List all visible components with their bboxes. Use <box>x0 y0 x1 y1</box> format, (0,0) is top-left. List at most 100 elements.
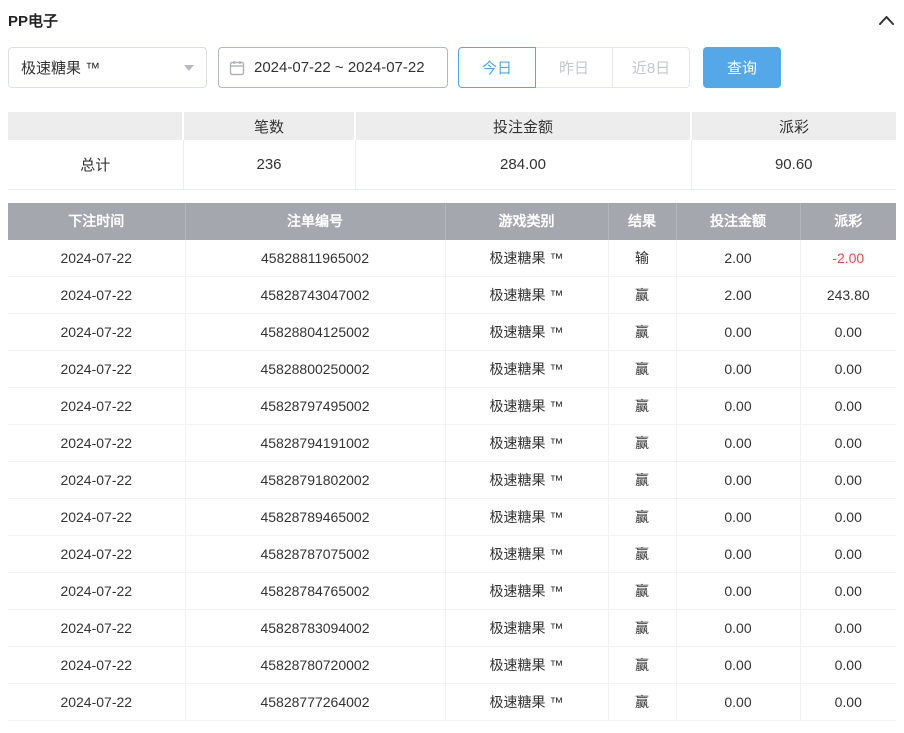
bet-time-cell: 2024-07-22 <box>8 647 185 684</box>
bet-amount-cell: 0.00 <box>676 425 800 462</box>
result-cell: 赢 <box>608 684 676 721</box>
result-cell: 赢 <box>608 647 676 684</box>
bet-time-cell: 2024-07-22 <box>8 388 185 425</box>
bet-amount-cell: 0.00 <box>676 351 800 388</box>
payout-cell: 0.00 <box>800 647 896 684</box>
game-type-cell: 极速糖果 ™ <box>445 499 608 536</box>
last-8-days-button[interactable]: 近8日 <box>612 47 690 88</box>
bet-amount-cell: 0.00 <box>676 499 800 536</box>
table-row: 2024-07-2245828800250002极速糖果 ™赢0.000.00 <box>8 351 896 388</box>
date-range-value: 2024-07-22 ~ 2024-07-22 <box>254 59 425 76</box>
summary-table: 笔数 投注金额 派彩 总计 236 284.00 90.60 <box>8 112 896 190</box>
bet-time-cell: 2024-07-22 <box>8 573 185 610</box>
game-type-cell: 极速糖果 ™ <box>445 240 608 277</box>
table-row: 2024-07-2245828784765002极速糖果 ™赢0.000.00 <box>8 573 896 610</box>
yesterday-button[interactable]: 昨日 <box>535 47 613 88</box>
table-row: 2024-07-2245828797495002极速糖果 ™赢0.000.00 <box>8 388 896 425</box>
bet-id-cell: 45828804125002 <box>185 314 445 351</box>
payout-cell: 0.00 <box>800 684 896 721</box>
bet-time-cell: 2024-07-22 <box>8 240 185 277</box>
table-row: 2024-07-2245828794191002极速糖果 ™赢0.000.00 <box>8 425 896 462</box>
payout-cell: 0.00 <box>800 351 896 388</box>
game-type-cell: 极速糖果 ™ <box>445 536 608 573</box>
bet-amount-cell: 0.00 <box>676 684 800 721</box>
bet-amount-cell: 0.00 <box>676 462 800 499</box>
bet-amount-cell: 0.00 <box>676 536 800 573</box>
game-type-cell: 极速糖果 ™ <box>445 684 608 721</box>
summary-header-count: 笔数 <box>183 112 355 140</box>
bet-id-cell: 45828794191002 <box>185 425 445 462</box>
payout-cell: 0.00 <box>800 388 896 425</box>
game-type-cell: 极速糖果 ™ <box>445 462 608 499</box>
summary-bet-amount-value: 284.00 <box>355 140 691 189</box>
column-header-bet-time: 下注时间 <box>8 203 185 240</box>
table-row: 2024-07-2245828789465002极速糖果 ™赢0.000.00 <box>8 499 896 536</box>
bet-records-table: 下注时间 注单编号 游戏类别 结果 投注金额 派彩 2024-07-224582… <box>8 203 896 722</box>
bet-amount-cell: 2.00 <box>676 240 800 277</box>
filter-toolbar: 极速糖果 ™ 2024-07-22 ~ 2024-07-22 今日 昨日 近8日… <box>8 47 896 88</box>
payout-cell: 0.00 <box>800 610 896 647</box>
game-type-cell: 极速糖果 ™ <box>445 277 608 314</box>
result-cell: 赢 <box>608 425 676 462</box>
table-row: 2024-07-2245828777264002极速糖果 ™赢0.000.00 <box>8 684 896 721</box>
bet-amount-cell: 0.00 <box>676 388 800 425</box>
bet-amount-cell: 0.00 <box>676 573 800 610</box>
collapse-panel-button[interactable] <box>876 10 896 30</box>
game-type-cell: 极速糖果 ™ <box>445 314 608 351</box>
result-cell: 赢 <box>608 388 676 425</box>
calendar-icon <box>229 60 245 76</box>
payout-cell: -2.00 <box>800 240 896 277</box>
page-title: PP电子 <box>8 10 58 31</box>
bet-id-cell: 45828791802002 <box>185 462 445 499</box>
date-quick-button-group: 今日 昨日 近8日 <box>458 47 690 88</box>
payout-cell: 0.00 <box>800 499 896 536</box>
bet-amount-cell: 0.00 <box>676 314 800 351</box>
game-type-cell: 极速糖果 ™ <box>445 647 608 684</box>
payout-cell: 0.00 <box>800 536 896 573</box>
bet-time-cell: 2024-07-22 <box>8 499 185 536</box>
bet-id-cell: 45828811965002 <box>185 240 445 277</box>
result-cell: 赢 <box>608 610 676 647</box>
table-row: 2024-07-2245828787075002极速糖果 ™赢0.000.00 <box>8 536 896 573</box>
result-cell: 赢 <box>608 351 676 388</box>
table-row: 2024-07-2245828783094002极速糖果 ™赢0.000.00 <box>8 610 896 647</box>
result-cell: 赢 <box>608 277 676 314</box>
bet-id-cell: 45828787075002 <box>185 536 445 573</box>
bet-time-cell: 2024-07-22 <box>8 351 185 388</box>
game-type-cell: 极速糖果 ™ <box>445 388 608 425</box>
summary-header-empty <box>8 112 183 140</box>
bet-id-cell: 45828780720002 <box>185 647 445 684</box>
bet-id-cell: 45828797495002 <box>185 388 445 425</box>
payout-cell: 243.80 <box>800 277 896 314</box>
bet-amount-cell: 2.00 <box>676 277 800 314</box>
today-button[interactable]: 今日 <box>458 47 536 88</box>
bet-amount-cell: 0.00 <box>676 610 800 647</box>
bet-time-cell: 2024-07-22 <box>8 684 185 721</box>
payout-cell: 0.00 <box>800 573 896 610</box>
bet-time-cell: 2024-07-22 <box>8 425 185 462</box>
bet-id-cell: 45828777264002 <box>185 684 445 721</box>
date-range-input[interactable]: 2024-07-22 ~ 2024-07-22 <box>218 47 448 88</box>
bet-time-cell: 2024-07-22 <box>8 277 185 314</box>
game-type-cell: 极速糖果 ™ <box>445 573 608 610</box>
bet-id-cell: 45828789465002 <box>185 499 445 536</box>
payout-cell: 0.00 <box>800 425 896 462</box>
bet-time-cell: 2024-07-22 <box>8 536 185 573</box>
table-row: 2024-07-2245828811965002极速糖果 ™输2.00-2.00 <box>8 240 896 277</box>
bet-id-cell: 45828784765002 <box>185 573 445 610</box>
summary-header-row: 笔数 投注金额 派彩 <box>8 112 896 140</box>
bet-amount-cell: 0.00 <box>676 647 800 684</box>
column-header-result: 结果 <box>608 203 676 240</box>
summary-header-payout: 派彩 <box>691 112 896 140</box>
summary-count-value: 236 <box>183 140 355 189</box>
panel-header: PP电子 <box>8 0 896 40</box>
search-button[interactable]: 查询 <box>703 47 781 88</box>
chevron-down-icon <box>184 65 194 71</box>
column-header-bet-amount: 投注金额 <box>676 203 800 240</box>
bet-time-cell: 2024-07-22 <box>8 314 185 351</box>
summary-payout-value: 90.60 <box>691 140 896 189</box>
game-select[interactable]: 极速糖果 ™ <box>8 47 207 88</box>
payout-cell: 0.00 <box>800 462 896 499</box>
bet-id-cell: 45828783094002 <box>185 610 445 647</box>
summary-header-bet-amount: 投注金额 <box>355 112 691 140</box>
